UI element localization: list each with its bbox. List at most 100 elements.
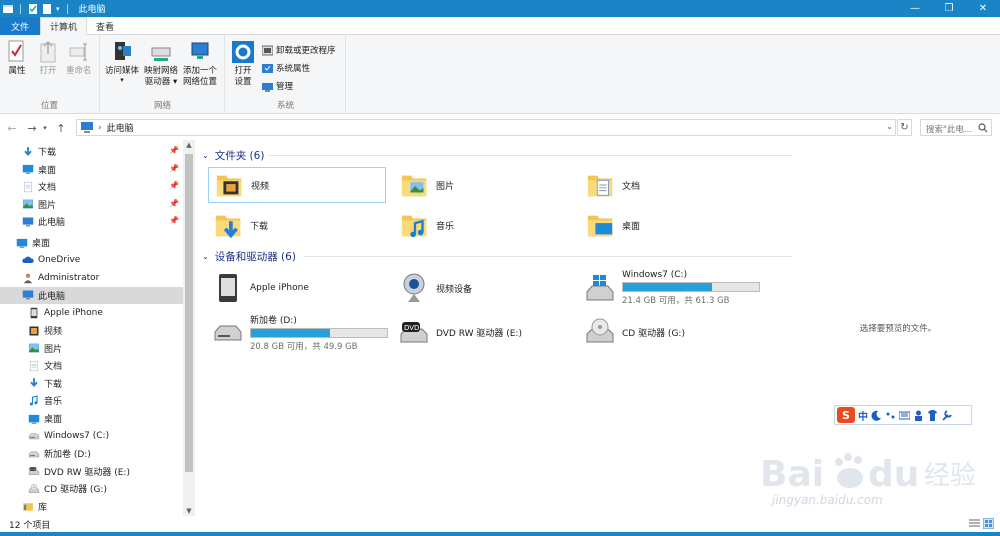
nav-tree-item[interactable]: 此电脑: [0, 286, 183, 304]
scroll-down-icon[interactable]: ▼: [183, 507, 195, 515]
back-button[interactable]: ←: [4, 120, 20, 136]
close-button[interactable]: ✕: [966, 0, 1000, 17]
nav-tree-item[interactable]: OneDrive: [0, 252, 183, 269]
refresh-button[interactable]: ↻: [897, 119, 912, 136]
tab-view[interactable]: 查看: [87, 17, 123, 35]
collapse-chevron-icon[interactable]: ⌄: [202, 151, 209, 160]
minimize-button[interactable]: —: [898, 0, 932, 17]
uninstall-button[interactable]: 卸载或更改程序: [262, 44, 336, 56]
nav-quick-access-item[interactable]: 文档 📌: [0, 178, 183, 195]
properties-icon[interactable]: [28, 3, 38, 14]
folder-tile[interactable]: 下载: [208, 207, 386, 243]
music-note-icon: [29, 395, 38, 406]
rename-icon: [69, 43, 87, 61]
up-arrow-icon: ↑: [56, 121, 66, 135]
nav-tree-item[interactable]: 图片: [0, 340, 183, 357]
collapse-chevron-icon[interactable]: ⌄: [202, 252, 209, 261]
nav-quick-access-item[interactable]: 图片 📌: [0, 196, 183, 213]
device-tile[interactable]: DVD DVD RW 驱动器 (E:): [394, 312, 574, 352]
wrench-icon[interactable]: [941, 409, 952, 421]
device-tile[interactable]: 视频设备: [394, 268, 574, 308]
nav-tree-item[interactable]: 桌面: [0, 234, 183, 251]
forward-button[interactable]: →: [24, 120, 40, 136]
moon-icon[interactable]: [871, 410, 882, 421]
open-settings-button[interactable]: 打开 设置: [232, 40, 254, 88]
pin-icon[interactable]: 📌: [169, 216, 179, 225]
pin-icon[interactable]: 📌: [169, 164, 179, 173]
folder-tile[interactable]: 音乐: [394, 207, 572, 243]
tab-file[interactable]: 文件: [0, 17, 41, 35]
rename-button[interactable]: 重命名: [66, 40, 92, 77]
nav-tree-item[interactable]: 音乐: [0, 392, 183, 409]
properties-button[interactable]: 属性: [6, 40, 28, 77]
section-header-devices[interactable]: ⌄ 设备和驱动器 (6): [202, 249, 296, 264]
pin-icon[interactable]: 📌: [169, 146, 179, 155]
address-bar[interactable]: › 此电脑 ⌄: [76, 119, 896, 136]
ribbon-group-label: 网络: [153, 101, 171, 111]
user-icon[interactable]: [913, 410, 924, 421]
pin-icon[interactable]: 📌: [169, 181, 179, 190]
map-network-drive-button[interactable]: 映射网络 驱动器 ▾: [144, 40, 178, 88]
folder-tile[interactable]: 文档: [580, 167, 758, 203]
nav-tree-item[interactable]: Apple iPhone: [0, 304, 183, 321]
device-tile[interactable]: Apple iPhone: [208, 268, 388, 308]
nav-tree-item[interactable]: Windows7 (C:): [0, 428, 183, 445]
nav-tree-item[interactable]: Administrator: [0, 269, 183, 286]
nav-tree-item[interactable]: 桌面: [0, 410, 183, 427]
restore-button[interactable]: ❐: [932, 0, 966, 17]
documents-icon: [30, 360, 38, 371]
device-tile[interactable]: CD 驱动器 (G:): [580, 312, 760, 352]
access-media-button[interactable]: 访问媒体 ▾: [105, 40, 139, 84]
details-view-icon[interactable]: [969, 518, 980, 529]
large-icons-view-icon[interactable]: [983, 518, 994, 529]
webcam-icon: [403, 273, 425, 302]
nav-item-label: 图片: [38, 200, 57, 211]
tab-computer[interactable]: 计算机: [40, 17, 88, 36]
drive-usage-bar: [250, 327, 388, 338]
punctuation-icon[interactable]: [885, 410, 896, 421]
up-button[interactable]: ↑: [53, 120, 69, 136]
nav-scrollbar[interactable]: ▲ ▼: [183, 140, 195, 516]
nav-quick-access-item[interactable]: 下载 📌: [0, 143, 183, 160]
separator: [20, 3, 21, 14]
drive-usage-fill: [251, 328, 331, 337]
nav-quick-access-item[interactable]: 桌面 📌: [0, 161, 183, 178]
search-input[interactable]: 搜索"此电...: [920, 119, 992, 136]
nav-tree-item[interactable]: CD 驱动器 (G:): [0, 480, 183, 497]
folder-tile[interactable]: 图片: [394, 167, 572, 203]
nav-quick-access-item[interactable]: 此电脑 📌: [0, 213, 183, 230]
folder-label: 文档: [622, 181, 641, 192]
recent-locations-button[interactable]: ▾: [41, 120, 49, 136]
address-dropdown-icon[interactable]: ⌄: [886, 122, 893, 131]
qa-dropdown-icon[interactable]: ▾: [56, 5, 60, 13]
system-properties-button[interactable]: 系统属性: [262, 62, 310, 74]
nav-tree-item[interactable]: 下载: [0, 375, 183, 392]
nav-tree-item[interactable]: 视频: [0, 322, 183, 339]
nav-tree-item[interactable]: 库: [0, 498, 183, 515]
nav-tree-item[interactable]: 文档: [0, 357, 183, 374]
scrollbar-thumb[interactable]: [185, 154, 193, 472]
section-header-folders[interactable]: ⌄ 文件夹 (6): [202, 148, 264, 163]
open-button[interactable]: 打开: [37, 40, 59, 77]
nav-tree-item[interactable]: 新加卷 (D:): [0, 445, 183, 462]
sogou-logo-icon[interactable]: S: [837, 407, 855, 423]
folder-tile[interactable]: 桌面: [580, 207, 758, 243]
ime-toolbar[interactable]: S 中: [834, 405, 972, 425]
breadcrumb-this-pc[interactable]: 此电脑: [107, 121, 134, 134]
device-tile[interactable]: 新加卷 (D:) 20.8 GB 可用，共 49.9 GB: [208, 312, 388, 352]
device-label: Apple iPhone: [250, 283, 309, 293]
drive-usage-bar: [622, 282, 760, 292]
pin-icon[interactable]: 📌: [169, 199, 179, 208]
folder-tile[interactable]: 视频: [208, 167, 386, 203]
device-tile[interactable]: Windows7 (C:) 21.4 GB 可用，共 61.3 GB: [580, 268, 760, 308]
manage-button[interactable]: 管理: [262, 80, 293, 92]
keyboard-icon[interactable]: [899, 410, 910, 421]
breadcrumb-separator-icon[interactable]: ›: [98, 123, 102, 133]
skin-shirt-icon[interactable]: [927, 409, 938, 421]
ime-chinese-mode[interactable]: 中: [858, 408, 868, 423]
nav-tree-item[interactable]: DVD DVD RW 驱动器 (E:): [0, 463, 183, 480]
new-document-icon[interactable]: [42, 3, 52, 14]
map-drive-label-2-row: 驱动器 ▾: [144, 77, 178, 87]
add-network-location-button[interactable]: 添加一个 网络位置: [183, 40, 217, 88]
scroll-up-icon[interactable]: ▲: [183, 141, 195, 149]
